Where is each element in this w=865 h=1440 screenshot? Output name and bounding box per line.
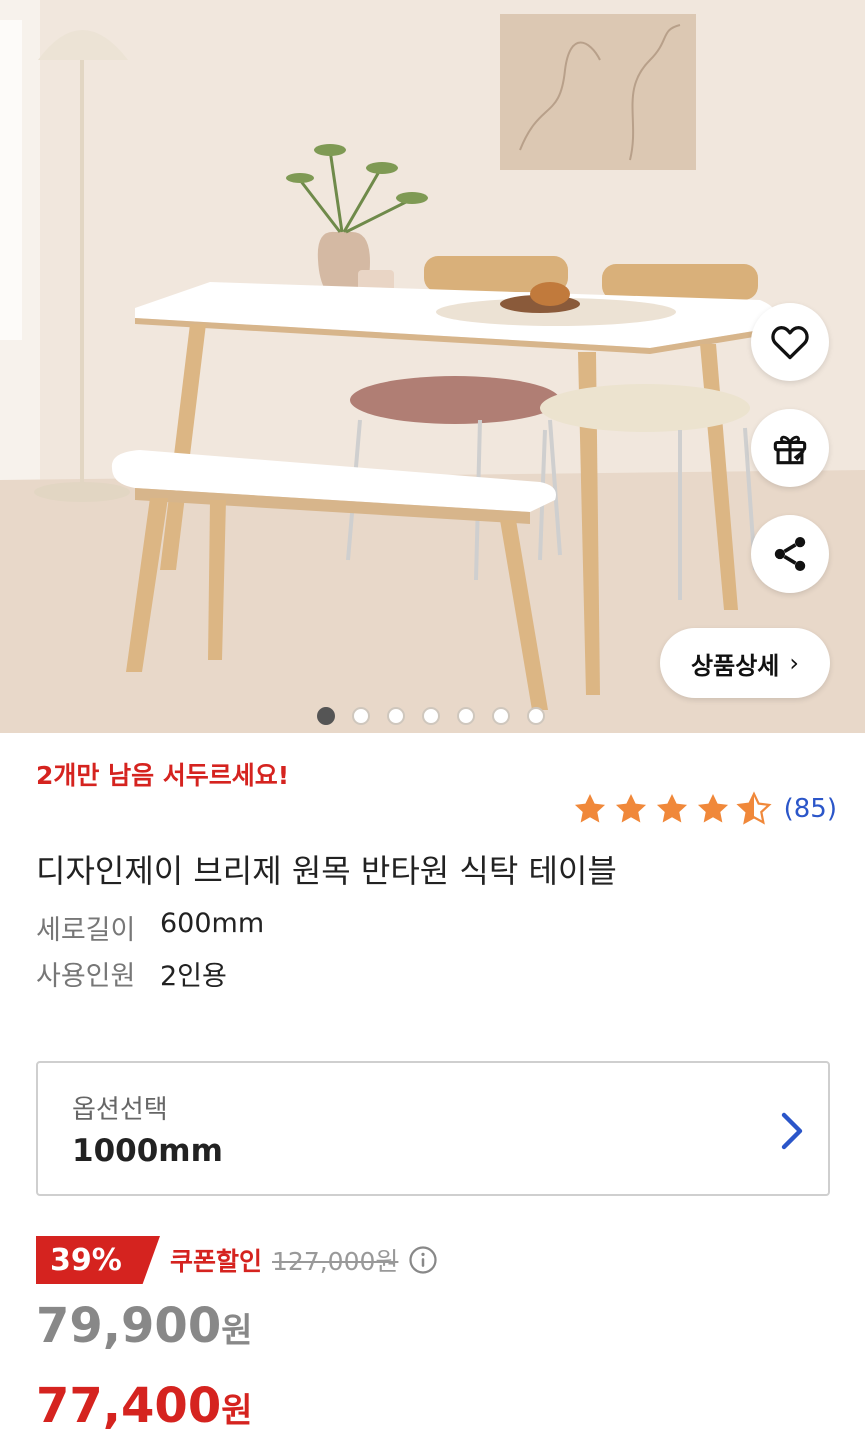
carousel-dot[interactable]	[317, 707, 335, 725]
discount-row: 39% 쿠폰할인 127,000원	[36, 1236, 438, 1284]
info-icon[interactable]	[408, 1245, 438, 1275]
spec-value: 600mm	[160, 908, 265, 939]
product-title: 디자인제이 브리제 원목 반타원 식탁 테이블	[36, 852, 617, 890]
chevron-right-icon: ›	[789, 649, 799, 677]
final-price: 77,400 원	[36, 1378, 253, 1434]
product-photo	[0, 0, 865, 733]
star-full-icon	[615, 793, 646, 823]
spec-row: 사용인원 2인용	[36, 954, 227, 993]
discount-badge: 39%	[36, 1236, 160, 1284]
spec-value: 2인용	[160, 961, 227, 992]
stock-notice: 2개만 남음 서두르세요!	[36, 761, 290, 790]
carousel-pagination	[317, 707, 545, 725]
chevron-right-icon	[781, 1112, 803, 1150]
spec-key: 세로길이	[36, 915, 136, 946]
star-full-icon	[697, 793, 728, 823]
option-selector[interactable]: 옵션선택 1000mm	[36, 1061, 830, 1196]
option-value: 1000mm	[72, 1133, 223, 1169]
share-button[interactable]	[751, 515, 829, 593]
carousel-dot[interactable]	[352, 707, 370, 725]
spec-key: 사용인원	[36, 961, 136, 992]
sale-price-currency: 원	[221, 1311, 253, 1351]
sale-price: 79,900 원	[36, 1298, 253, 1354]
product-detail-button[interactable]: 상품상세 ›	[660, 628, 830, 698]
product-image-carousel[interactable]: 상품상세 ›	[0, 0, 865, 733]
spec-row: 세로길이 600mm	[36, 908, 264, 947]
review-count[interactable]: (85)	[784, 794, 837, 824]
heart-icon	[771, 326, 809, 360]
carousel-dot[interactable]	[387, 707, 405, 725]
product-detail-label: 상품상세	[691, 651, 780, 680]
like-button[interactable]	[751, 303, 829, 381]
gift-button[interactable]	[751, 409, 829, 487]
sale-price-number: 79,900	[36, 1298, 222, 1354]
carousel-dot[interactable]	[527, 707, 545, 725]
original-price: 127,000원	[272, 1247, 399, 1276]
final-price-number: 77,400	[36, 1378, 222, 1434]
carousel-dot[interactable]	[422, 707, 440, 725]
gift-icon	[773, 435, 807, 465]
coupon-label: 쿠폰할인	[170, 1247, 263, 1276]
share-icon	[774, 536, 806, 572]
star-full-icon	[574, 793, 605, 823]
star-half-icon	[736, 791, 772, 825]
carousel-dot[interactable]	[457, 707, 475, 725]
star-full-icon	[656, 793, 687, 823]
final-price-currency: 원	[221, 1391, 253, 1431]
carousel-dot[interactable]	[492, 707, 510, 725]
rating-summary[interactable]: (85)	[571, 790, 837, 828]
option-label: 옵션선택	[72, 1095, 168, 1125]
